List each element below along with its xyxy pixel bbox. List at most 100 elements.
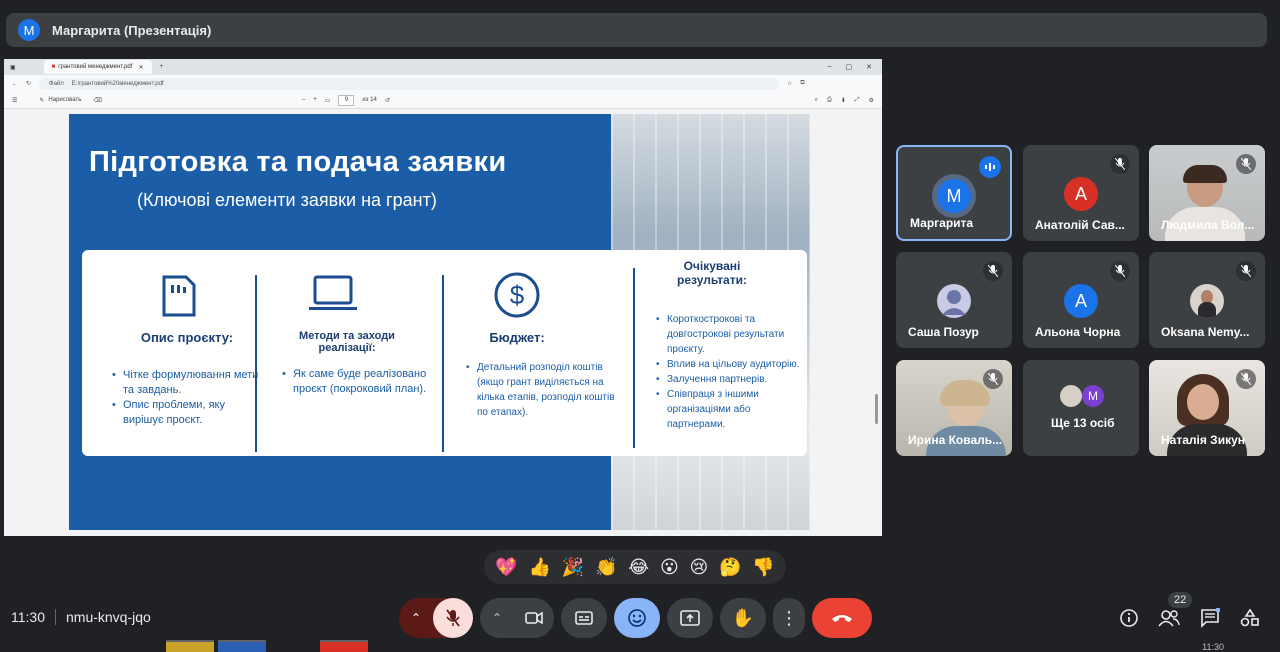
mic-off-icon [1236, 369, 1256, 389]
zoom-in-icon[interactable]: + [313, 97, 317, 103]
leave-call-button[interactable] [812, 598, 872, 638]
url-text: E:/грантовий%20менеджмент.pdf [71, 80, 164, 87]
default-profile-icon [937, 284, 971, 318]
laptop-icon [306, 272, 360, 316]
back-icon[interactable]: ← [12, 81, 18, 87]
browser-tabstrip: ▣ ■ грантовий менеджмент.pdf ✕ + – ▢ ✕ [4, 59, 882, 75]
star-icon[interactable]: ☆ [787, 80, 792, 87]
camera-button[interactable]: ⌃ [480, 598, 554, 638]
column-3-list: Детальний розподіл коштів (якщо грант ви… [466, 360, 626, 420]
chevron-up-icon[interactable]: ⌃ [492, 611, 502, 625]
reaction-thumbs-down-icon[interactable]: 👎 [752, 557, 774, 578]
hang-up-icon [832, 615, 852, 622]
reaction-laugh-icon[interactable]: 😂 [628, 557, 649, 578]
column-4-list: Короткострокові та довгострокові результ… [656, 312, 806, 432]
svg-text:$: $ [510, 280, 525, 310]
participant-tile[interactable]: Саша Позур [896, 252, 1012, 348]
avatar-photo [1060, 385, 1082, 407]
browser-menu-icon[interactable]: ▣ [10, 64, 16, 71]
participant-name: Людмила Вол... [1161, 218, 1255, 232]
column-divider [442, 275, 444, 452]
extensions-icon[interactable]: ⧉ [800, 80, 804, 87]
info-icon [1120, 609, 1138, 627]
column-1-title: Опис проєкту: [140, 330, 234, 345]
participant-tile[interactable]: Людмила Вол... [1149, 145, 1265, 241]
more-options-button[interactable]: ⋮ [773, 598, 805, 638]
people-icon [1158, 610, 1180, 627]
present-button[interactable] [667, 598, 713, 638]
presenter-banner-title: Маргарита (Презентація) [52, 22, 212, 38]
search-icon[interactable]: ⌕ [815, 97, 818, 104]
slide-title: Підготовка та подача заявки [89, 146, 507, 178]
pdf-scrollbar[interactable] [875, 394, 878, 424]
participant-tile[interactable]: M Маргарита [896, 145, 1012, 241]
divider [55, 609, 56, 625]
presenter-avatar: M [18, 19, 40, 41]
list-item: Як саме буде реалізовано проєкт (покроко… [282, 367, 432, 397]
save-icon[interactable]: ⬇ [841, 97, 846, 104]
pdf-toolbar: ☰ ✎ Нарисовать ⌫ – + ▭ 9 из 14 ↺ ⌕ ⎙ ⬇ ⤢… [4, 92, 882, 109]
address-bar: ← ↻ Файл E:/грантовий%20менеджмент.pdf ☆… [4, 75, 882, 92]
reaction-sad-icon[interactable]: 😢 [689, 557, 708, 578]
participant-tile[interactable]: Наталія Зикун [1149, 360, 1265, 456]
reload-icon[interactable]: ↻ [26, 80, 31, 87]
draw-button[interactable]: Нарисовать [48, 97, 81, 103]
browser-tab-title: грантовий менеджмент.pdf [58, 64, 133, 70]
erase-icon[interactable]: ⌫ [93, 97, 101, 104]
chat-icon [1201, 608, 1220, 628]
meeting-details-button[interactable] [1115, 604, 1143, 632]
url-field[interactable]: Файл E:/грантовий%20менеджмент.pdf [39, 77, 780, 90]
zoom-out-icon[interactable]: – [302, 97, 305, 103]
participant-tile[interactable]: Oksana Nemy... [1149, 252, 1265, 348]
page-number-input[interactable]: 9 [338, 94, 355, 106]
list-item: Короткострокові та довгострокові результ… [656, 312, 806, 357]
captions-button[interactable] [561, 598, 607, 638]
taskbar-word-icon[interactable] [218, 640, 266, 652]
minimize-icon[interactable]: – [828, 63, 832, 71]
maximize-icon[interactable]: ▢ [846, 63, 853, 71]
slide: Підготовка та подача заявки (Ключові еле… [69, 114, 810, 530]
participant-name: Саша Позур [908, 325, 979, 339]
participant-tile[interactable]: Ирина Коваль... [896, 360, 1012, 456]
new-tab-icon[interactable]: + [160, 64, 164, 70]
mic-button[interactable]: ⌃ [399, 598, 473, 638]
column-4-title: Очікувані результати: [677, 259, 747, 287]
participant-tile[interactable]: M Ще 13 осіб [1023, 360, 1139, 456]
participant-name: Ще 13 осіб [1051, 416, 1115, 430]
browser-tab[interactable]: ■ грантовий менеджмент.pdf ✕ [43, 60, 152, 74]
activities-button[interactable] [1236, 604, 1264, 632]
window-close-icon[interactable]: ✕ [866, 63, 872, 71]
taskbar-clock: 11:30 [1202, 642, 1224, 652]
reaction-party-icon[interactable]: 🎉 [562, 557, 584, 578]
taskbar-chrome-icon[interactable] [320, 640, 368, 652]
contents-icon[interactable]: ☰ [12, 97, 17, 104]
fullscreen-icon[interactable]: ⤢ [855, 97, 860, 104]
avatar: А [1064, 177, 1098, 211]
reaction-clap-icon[interactable]: 👏 [595, 557, 617, 578]
reaction-surprised-icon[interactable]: 😮 [660, 557, 679, 578]
settings-icon[interactable]: ⚙ [869, 97, 874, 104]
reaction-heart-icon[interactable]: 💖 [495, 557, 517, 578]
reaction-thumbs-up-icon[interactable]: 👍 [529, 557, 551, 578]
participant-tile[interactable]: А Альона Чорна [1023, 252, 1139, 348]
chat-button[interactable] [1196, 604, 1224, 632]
raise-hand-button[interactable]: ✋ [720, 598, 766, 638]
print-icon[interactable]: ⎙ [827, 97, 832, 104]
emoji-button[interactable] [614, 598, 660, 638]
rotate-icon[interactable]: ↺ [385, 97, 390, 104]
tab-close-icon[interactable]: ✕ [139, 64, 144, 71]
reaction-thinking-icon[interactable]: 🤔 [719, 557, 741, 578]
presenter-banner: M Маргарита (Презентація) [6, 13, 1267, 47]
slide-subtitle: (Ключові елементи заявки на грант) [137, 190, 437, 210]
url-prefix: Файл [49, 80, 64, 87]
dollar-icon: $ [492, 270, 542, 320]
taskbar-folder-icon[interactable] [166, 640, 214, 652]
avatar: А [1064, 284, 1098, 318]
people-button[interactable]: 22 [1155, 592, 1193, 632]
chevron-up-icon[interactable]: ⌃ [411, 611, 421, 625]
fit-page-icon[interactable]: ▭ [325, 97, 331, 104]
draw-icon[interactable]: ✎ [39, 97, 44, 104]
speaking-indicator-icon [979, 156, 1001, 178]
participant-tile[interactable]: А Анатолій Сав... [1023, 145, 1139, 241]
mic-off-icon [1236, 154, 1256, 174]
